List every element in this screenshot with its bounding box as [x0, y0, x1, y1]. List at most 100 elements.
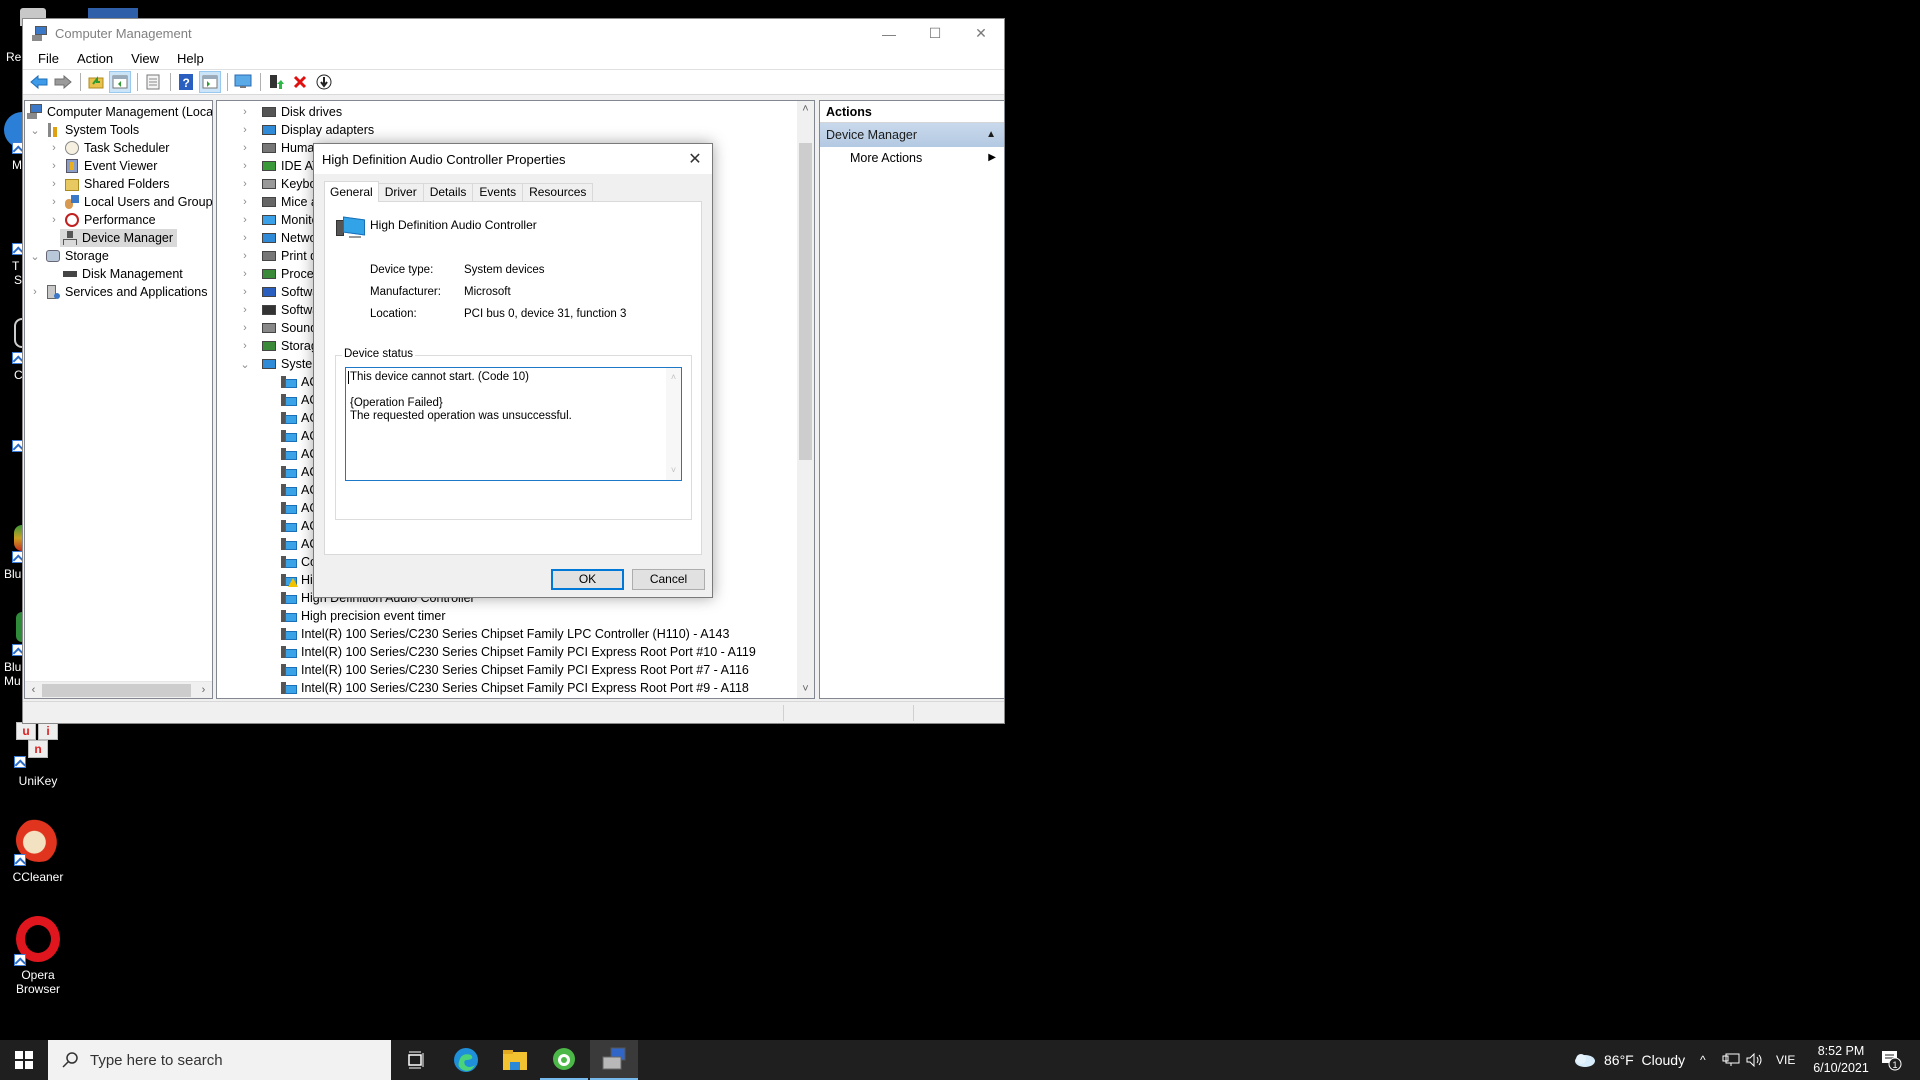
coccoc-button[interactable]: [540, 1040, 588, 1080]
chevron-right-icon[interactable]: ›: [48, 214, 60, 226]
computer-management-taskbar-button[interactable]: [590, 1040, 638, 1080]
chevron-right-icon[interactable]: ›: [239, 340, 251, 352]
system-device-item[interactable]: Intel(R) 100 Series/C230 Series Chipset …: [277, 661, 749, 679]
dialog-close-button[interactable]: ✕: [678, 144, 712, 174]
chevron-right-icon[interactable]: ›: [239, 160, 251, 172]
device-category-software-device[interactable]: › Softwa: [239, 301, 319, 319]
chevron-right-icon[interactable]: ›: [239, 178, 251, 190]
tree-item-system-tools[interactable]: ⌄ System Tools: [29, 121, 139, 139]
close-button[interactable]: ✕: [958, 19, 1004, 48]
action-center-button[interactable]: 1: [1880, 1040, 1902, 1080]
tree-item-event-viewer[interactable]: › Event Viewer: [48, 157, 157, 175]
device-category-monitor[interactable]: › Monito: [239, 211, 318, 229]
dialog-title-bar[interactable]: High Definition Audio Controller Propert…: [314, 144, 712, 174]
tree-root[interactable]: Computer Management (Local: [27, 103, 212, 121]
device-category-sound[interactable]: › Sound,: [239, 319, 320, 337]
chevron-down-icon[interactable]: ⌄: [29, 124, 41, 137]
chevron-right-icon[interactable]: ›: [239, 232, 251, 244]
actions-section-device-manager[interactable]: Device Manager ▲: [820, 123, 1004, 147]
up-folder-button[interactable]: [85, 71, 107, 93]
show-hide-action-pane-button[interactable]: [199, 71, 221, 93]
device-category-disk[interactable]: › Disk drives: [239, 103, 342, 121]
menu-file[interactable]: File: [29, 51, 68, 66]
chevron-right-icon[interactable]: ›: [48, 178, 60, 190]
chevron-right-icon[interactable]: ›: [239, 286, 251, 298]
ok-button[interactable]: OK: [551, 569, 624, 590]
device-category-system[interactable]: ⌄ System: [239, 355, 322, 373]
scroll-up-icon[interactable]: ˄: [797, 101, 814, 118]
chevron-right-icon[interactable]: ›: [48, 160, 60, 172]
chevron-right-icon[interactable]: ›: [239, 304, 251, 316]
uninstall-device-button[interactable]: [289, 71, 311, 93]
chevron-down-icon[interactable]: ⌄: [239, 358, 251, 371]
tab-general[interactable]: General: [324, 181, 379, 202]
desktop-icon-unikey[interactable]: u i n UniKey: [0, 722, 76, 788]
device-category-mouse[interactable]: › Mice a: [239, 193, 318, 211]
minimize-button[interactable]: —: [866, 19, 912, 48]
tab-driver[interactable]: Driver: [377, 183, 424, 202]
chevron-right-icon[interactable]: ›: [239, 268, 251, 280]
device-category-network[interactable]: › Netwo: [239, 229, 316, 247]
chevron-down-icon[interactable]: ⌄: [29, 250, 41, 263]
network-icon[interactable]: [1722, 1040, 1740, 1080]
system-device-item[interactable]: Co: [277, 553, 317, 571]
chevron-right-icon[interactable]: ›: [239, 124, 251, 136]
cancel-button[interactable]: Cancel: [632, 569, 705, 590]
maximize-button[interactable]: ☐: [912, 19, 958, 48]
enable-device-button[interactable]: [265, 71, 287, 93]
properties-button[interactable]: [142, 71, 164, 93]
tree-item-disk-management[interactable]: Disk Management: [60, 265, 183, 283]
tab-events[interactable]: Events: [472, 183, 524, 202]
chevron-right-icon[interactable]: ›: [239, 106, 251, 118]
scrollbar-thumb[interactable]: [799, 143, 812, 460]
chevron-right-icon[interactable]: ›: [239, 250, 251, 262]
device-category-processor[interactable]: › Proces: [239, 265, 320, 283]
menu-action[interactable]: Action: [68, 51, 122, 66]
device-category-keyboard[interactable]: › Keybo: [239, 175, 316, 193]
show-hidden-icons-button[interactable]: ^: [1700, 1040, 1706, 1080]
more-actions-item[interactable]: More Actions ▶: [820, 147, 1004, 169]
volume-icon[interactable]: [1746, 1040, 1764, 1080]
chevron-right-icon[interactable]: ›: [29, 286, 41, 298]
chevron-right-icon[interactable]: ›: [48, 142, 60, 154]
task-view-button[interactable]: [392, 1040, 440, 1080]
tree-item-services-applications[interactable]: › Services and Applications: [29, 283, 207, 301]
chevron-right-icon[interactable]: ›: [239, 142, 251, 154]
menu-view[interactable]: View: [122, 51, 168, 66]
textbox-scrollbar[interactable]: ˄ ˅: [666, 368, 681, 480]
language-indicator[interactable]: VIE: [1776, 1040, 1795, 1080]
back-button[interactable]: [28, 71, 50, 93]
device-category-printer[interactable]: › Print q: [239, 247, 317, 265]
device-status-textbox[interactable]: This device cannot start. (Code 10) {Ope…: [345, 367, 682, 481]
tree-item-shared-folders[interactable]: › Shared Folders: [48, 175, 169, 193]
scroll-left-icon[interactable]: ‹: [25, 682, 42, 698]
chevron-right-icon[interactable]: ›: [239, 196, 251, 208]
weather-widget[interactable]: 86°F Cloudy: [1572, 1040, 1685, 1080]
scroll-up-icon[interactable]: ˄: [666, 371, 681, 384]
file-explorer-button[interactable]: [491, 1040, 539, 1080]
tree-item-task-scheduler[interactable]: › Task Scheduler: [48, 139, 169, 157]
desktop-app-icon-blue[interactable]: [88, 8, 138, 18]
system-device-item[interactable]: Intel(R) 100 Series/C230 Series Chipset …: [277, 643, 756, 661]
help-button[interactable]: ?: [175, 71, 197, 93]
menu-help[interactable]: Help: [168, 51, 213, 66]
clock[interactable]: 8:52 PM 6/10/2021: [1806, 1040, 1876, 1080]
tree-item-storage[interactable]: ⌄ Storage: [29, 247, 108, 265]
device-category-display[interactable]: › Display adapters: [239, 121, 374, 139]
forward-button[interactable]: [52, 71, 74, 93]
horizontal-scrollbar[interactable]: ‹ ›: [25, 681, 212, 698]
chevron-right-icon[interactable]: ›: [239, 322, 251, 334]
scroll-down-icon[interactable]: ˅: [666, 464, 681, 477]
scroll-right-icon[interactable]: ›: [195, 682, 212, 698]
desktop-icon-opera[interactable]: Opera Browser: [0, 916, 76, 996]
system-device-item[interactable]: Intel(R) 100 Series/C230 Series Chipset …: [277, 625, 729, 643]
device-category-software-component[interactable]: › Softwa: [239, 283, 319, 301]
tab-details[interactable]: Details: [422, 183, 474, 202]
system-device-item[interactable]: Intel(R) 100 Series/C230 Series Chipset …: [277, 679, 749, 697]
tree-item-device-manager[interactable]: Device Manager: [60, 229, 178, 247]
tree-item-local-users-groups[interactable]: › Local Users and Groups: [48, 193, 212, 211]
tab-resources[interactable]: Resources: [522, 183, 594, 202]
chevron-right-icon[interactable]: ›: [239, 214, 251, 226]
system-device-item[interactable]: High precision event timer: [277, 607, 446, 625]
scan-hardware-button[interactable]: [232, 71, 254, 93]
